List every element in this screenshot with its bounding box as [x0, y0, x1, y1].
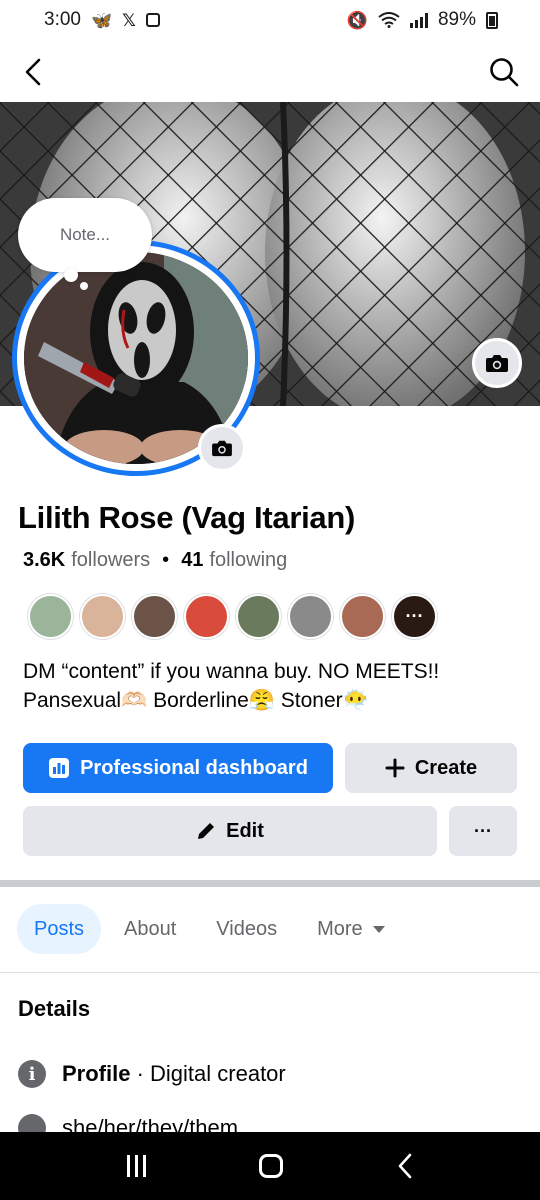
create-button[interactable]: Create — [345, 743, 517, 793]
note-bubble[interactable]: Note... — [18, 198, 152, 272]
tabs-divider — [0, 972, 540, 973]
professional-dashboard-button[interactable]: Professional dashboard — [23, 743, 333, 793]
bio: DM “content” if you wanna buy. NO MEETS!… — [23, 657, 523, 715]
bio-line-1: DM “content” if you wanna buy. NO MEETS!… — [23, 660, 440, 683]
status-bar: 3:00 🦋 𝕏 🔇 89% — [0, 0, 540, 40]
following-label[interactable]: following — [209, 549, 287, 572]
tab-videos-label: Videos — [216, 917, 278, 940]
friend-avatar[interactable] — [28, 594, 73, 639]
recents-button[interactable] — [126, 1155, 146, 1177]
camera-icon — [486, 355, 508, 372]
mute-icon: 🔇 — [346, 10, 368, 30]
bio-line-2: Pansexual🫶🏻 Borderline😤 Stoner😶‍🌫️ — [23, 686, 523, 715]
caret-down-icon — [372, 925, 385, 933]
heart-hands-emoji: 🫶🏻 — [121, 689, 148, 712]
detail-profile-label: Profile — [62, 1061, 131, 1086]
friend-avatar[interactable] — [132, 594, 177, 639]
detail-profile-row: i Profile · Digital creator — [18, 1060, 286, 1088]
tab-more[interactable]: More — [300, 904, 402, 954]
more-friends-button[interactable]: ··· — [392, 594, 437, 639]
detail-pronouns-row: she/her/they/them — [18, 1114, 238, 1134]
profile-tabs: Posts About Videos More — [17, 904, 408, 954]
signal-icon — [409, 12, 428, 28]
friend-avatar[interactable] — [80, 594, 125, 639]
status-time: 3:00 — [44, 9, 81, 30]
note-tail-dot — [64, 268, 78, 282]
home-button[interactable] — [259, 1154, 284, 1178]
butterfly-icon: 🦋 — [90, 10, 113, 30]
more-options-button[interactable]: ··· — [449, 806, 517, 856]
tab-more-label: More — [317, 917, 363, 940]
professional-dashboard-label: Professional dashboard — [80, 756, 308, 779]
bio-text-borderline: Borderline — [147, 689, 249, 712]
detail-profile-value: Digital creator — [150, 1061, 286, 1086]
bio-text-pansexual: Pansexual — [23, 689, 122, 712]
system-back-button[interactable] — [397, 1153, 413, 1179]
face-in-clouds-emoji: 😶‍🌫️ — [342, 689, 369, 712]
friend-avatar[interactable] — [340, 594, 385, 639]
followers-label[interactable]: followers — [71, 549, 150, 572]
tab-about[interactable]: About — [107, 904, 193, 954]
friend-avatar[interactable] — [236, 594, 281, 639]
detail-profile-separator: · — [130, 1061, 151, 1086]
profile-name: Lilith Rose (Vag Itarian) — [18, 500, 355, 535]
top-nav — [0, 44, 540, 100]
system-nav-bar — [0, 1132, 540, 1200]
note-tail-dot-small — [80, 282, 88, 290]
note-placeholder: Note... — [59, 225, 111, 244]
tab-videos[interactable]: Videos — [199, 904, 294, 954]
details-heading: Details — [18, 996, 91, 1021]
plus-icon — [385, 758, 405, 778]
section-divider — [0, 880, 540, 887]
camera-icon — [212, 440, 232, 457]
tab-posts[interactable]: Posts — [17, 904, 102, 954]
edit-profile-picture-button[interactable] — [198, 424, 246, 472]
tab-posts-label: Posts — [34, 917, 85, 940]
pencil-icon — [198, 823, 215, 839]
dashboard-icon — [49, 758, 70, 778]
followers-count[interactable]: 3.6K — [23, 549, 65, 572]
x-app-icon: 𝕏 — [122, 10, 136, 30]
pronouns-icon — [18, 1114, 46, 1134]
camera-app-icon — [145, 13, 160, 27]
edit-profile-button[interactable]: Edit — [23, 806, 437, 856]
followers-preview: ··· — [28, 594, 437, 639]
bio-text-stoner: Stoner — [274, 689, 343, 712]
edit-label: Edit — [226, 819, 264, 842]
friend-avatar[interactable] — [184, 594, 229, 639]
following-count[interactable]: 41 — [181, 549, 203, 572]
back-button[interactable] — [12, 50, 56, 94]
status-right: 🔇 89% — [347, 9, 498, 31]
stats-separator: • — [162, 549, 170, 571]
search-button[interactable] — [482, 50, 526, 94]
search-icon — [490, 58, 519, 87]
back-arrow-icon — [25, 58, 41, 86]
status-left: 3:00 🦋 𝕏 — [44, 9, 160, 31]
edit-cover-button[interactable] — [472, 338, 522, 388]
battery-icon — [486, 11, 498, 29]
wifi-icon — [378, 12, 400, 28]
ellipsis-icon: ··· — [474, 820, 492, 841]
detail-profile-text: Profile · Digital creator — [62, 1061, 286, 1087]
profile-stats: 3.6K followers • 41 following — [23, 549, 287, 572]
more-friends-label: ··· — [405, 606, 424, 626]
info-icon: i — [18, 1060, 46, 1088]
tab-about-label: About — [124, 917, 177, 940]
friend-avatar[interactable] — [288, 594, 333, 639]
battery-percent: 89% — [437, 9, 476, 30]
huffing-emoji: 😤 — [248, 689, 275, 712]
create-label: Create — [414, 756, 478, 779]
